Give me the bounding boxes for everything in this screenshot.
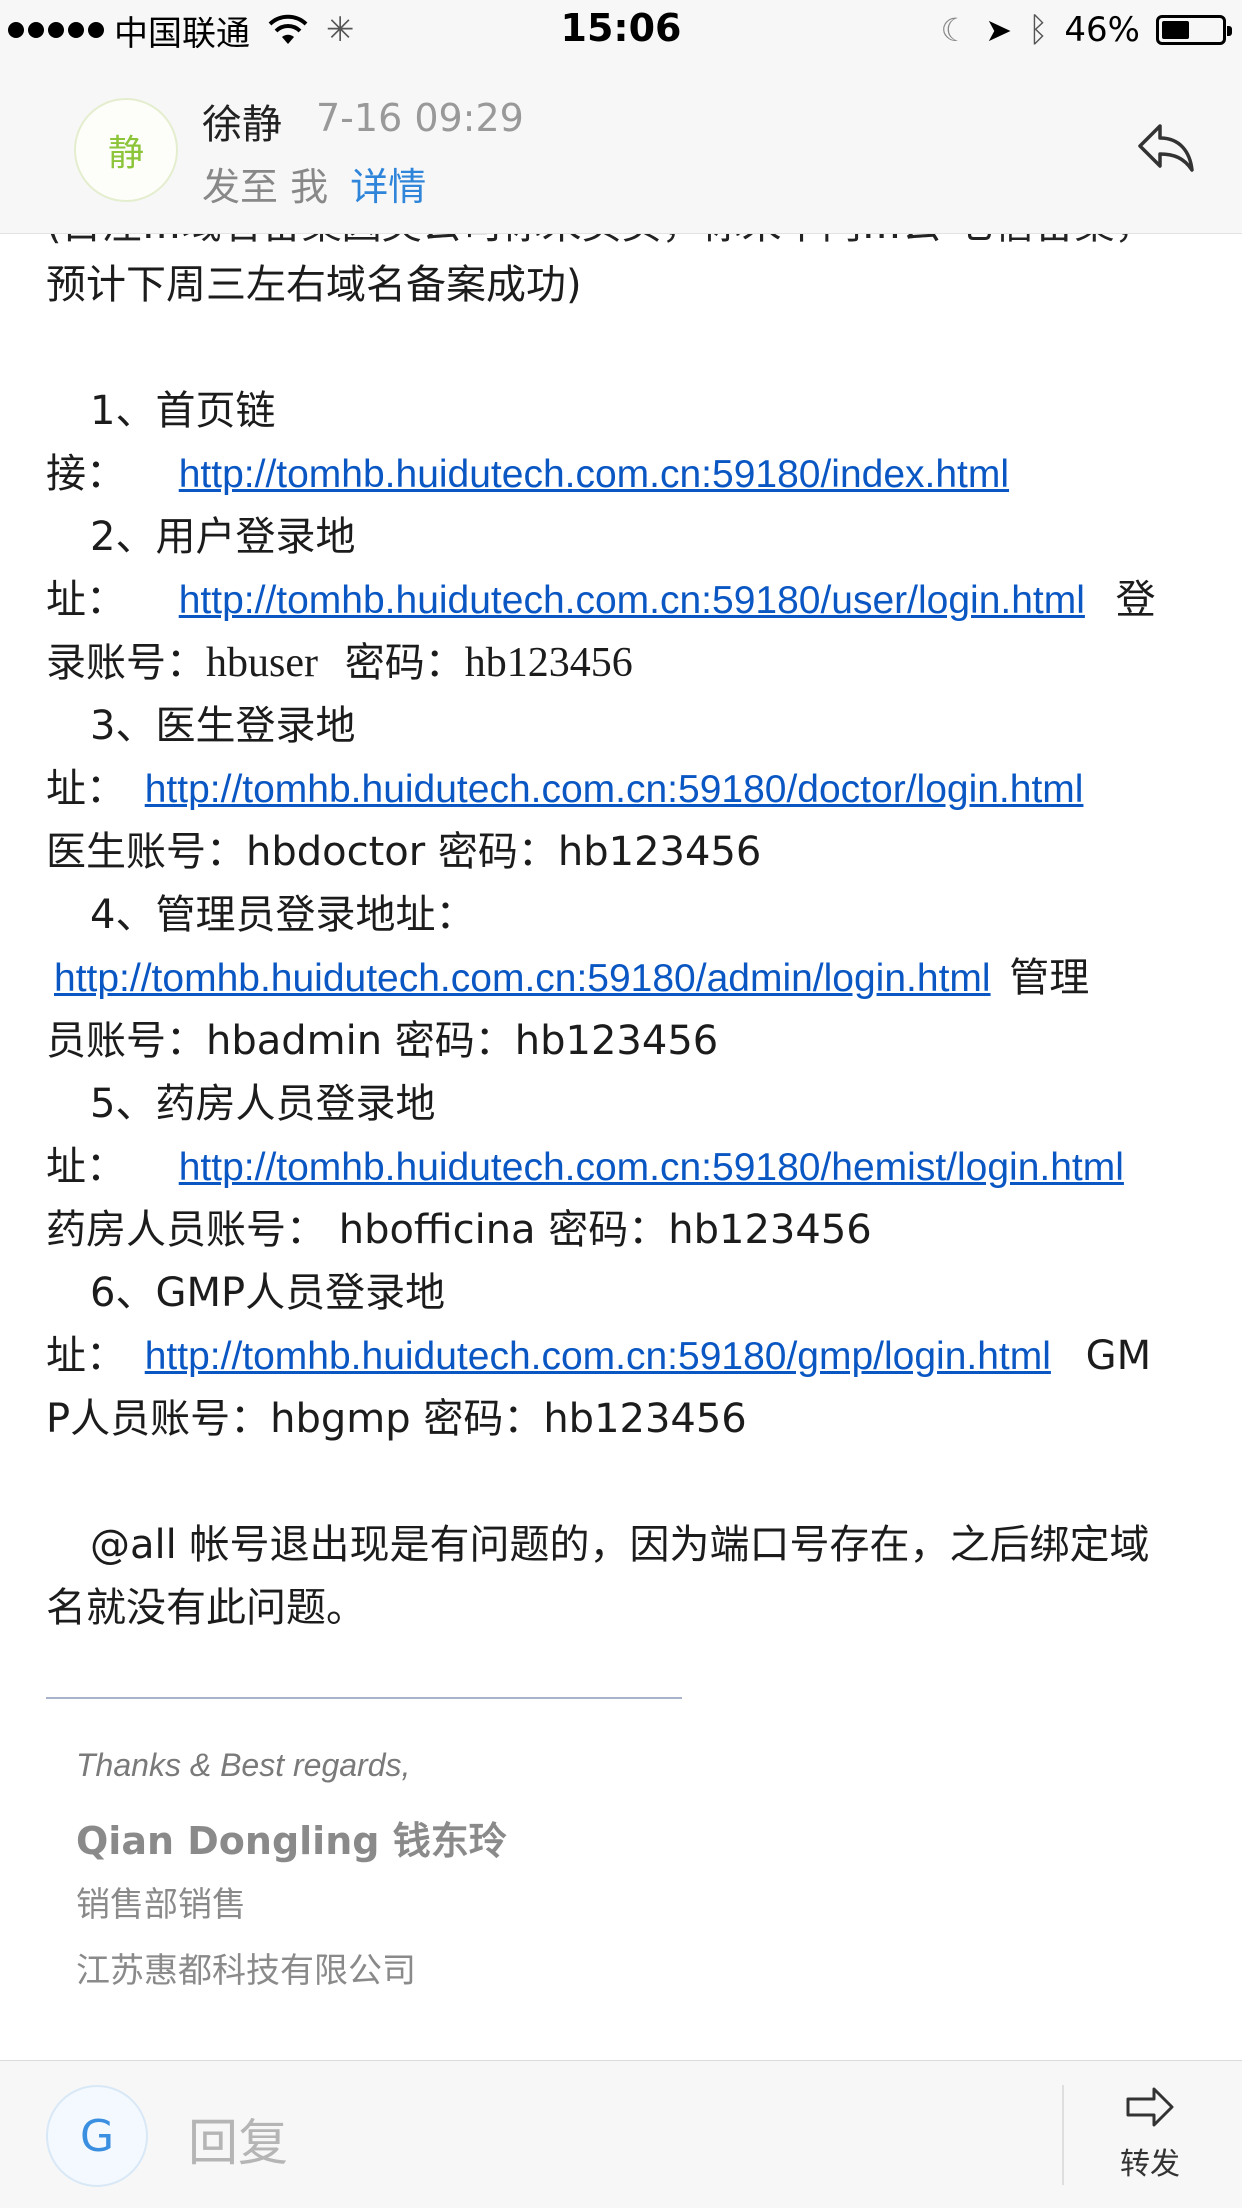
- recipient-label: 发至 我: [202, 165, 329, 209]
- account-value: hbuser: [206, 640, 318, 686]
- status-bar: 中国联通 ✳ 15:06 ☾ ➤ ᛒ 46%: [0, 0, 1242, 60]
- signature-divider: [46, 1697, 682, 1699]
- location-arrow-icon: ➤: [985, 11, 1013, 49]
- reply-icon[interactable]: [1136, 120, 1196, 174]
- doctor-login-link[interactable]: http://tomhb.huidutech.com.cn:59180/doct…: [145, 768, 1084, 811]
- battery-icon: [1156, 15, 1232, 45]
- footer-divider: [1062, 2085, 1064, 2185]
- credentials-line: P人员账号：hbgmp 密码：hb123456: [46, 1396, 747, 1442]
- signature-company: 江苏惠都科技有限公司: [76, 1951, 416, 1991]
- index-link[interactable]: http://tomhb.huidutech.com.cn:59180/inde…: [179, 453, 1009, 496]
- credentials-line: 药房人员账号： hbofficina 密码：hb123456: [46, 1207, 872, 1253]
- user-login-link[interactable]: http://tomhb.huidutech.com.cn:59180/user…: [179, 579, 1085, 622]
- mail-body: (目注…域名备案因英公司你未页页，你未平门…公·七信备案， 预计下周三左右域名备…: [46, 234, 1206, 2060]
- list-item-title: 6、GMP人员登录地: [90, 1270, 446, 1316]
- body-text-line: 预计下周三左右域名备案成功): [46, 262, 582, 308]
- url-prefix: 址：: [46, 577, 126, 623]
- url-suffix: 管理: [1009, 955, 1090, 1001]
- list-item-title: 1、首页链: [90, 388, 276, 434]
- details-link[interactable]: 详情: [350, 165, 426, 209]
- list-item-url-line: 址： http://tomhb.huidutech.com.cn:59180/d…: [46, 758, 1206, 821]
- list-item-url-line: 址： http://tomhb.huidutech.com.cn:59180/g…: [46, 1325, 1206, 1388]
- signature-thanks: Thanks & Best regards,: [76, 1747, 411, 1783]
- sender-name[interactable]: 徐静: [202, 92, 282, 150]
- list-item-title: 2、用户登录地: [90, 514, 356, 560]
- url-prefix: 址：: [46, 1333, 126, 1379]
- recipient-line: 发至 我 详情: [202, 156, 426, 211]
- url-suffix: GM: [1085, 1333, 1152, 1379]
- admin-login-link[interactable]: http://tomhb.huidutech.com.cn:59180/admi…: [54, 957, 991, 1000]
- reply-bar: G 回复 转发: [0, 2060, 1242, 2208]
- list-item-title: 3、医生登录地: [90, 703, 356, 749]
- list-item-url-line: 址： http://tomhb.huidutech.com.cn:59180/h…: [46, 1136, 1206, 1199]
- list-item-url-line: http://tomhb.huidutech.com.cn:59180/admi…: [46, 947, 1206, 1010]
- forward-icon: [1126, 2087, 1174, 2127]
- send-date: 7-16 09:29: [316, 96, 524, 140]
- sender-avatar[interactable]: 静: [74, 98, 178, 202]
- forward-button[interactable]: 转发: [1100, 2085, 1200, 2183]
- note-line: 名就没有此问题。: [46, 1585, 366, 1631]
- password-value: hb123456: [464, 640, 633, 686]
- reply-input[interactable]: 回复: [188, 2103, 288, 2175]
- url-suffix: 登: [1115, 577, 1156, 623]
- note-line: @all 帐号退出现是有问题的，因为端口号存在，之后绑定域: [90, 1522, 1150, 1568]
- account-label: 录账号：: [46, 640, 206, 686]
- do-not-disturb-icon: ☾: [940, 11, 970, 49]
- url-prefix: 接：: [46, 451, 126, 497]
- battery-level-fill: [1162, 21, 1189, 39]
- credentials-line: 医生账号：hbdoctor 密码：hb123456: [46, 829, 762, 875]
- body-text-line: (目注…域名备案因英公司你未页页，你未平门…公·七信备案，: [46, 234, 1154, 257]
- url-prefix: 址：: [46, 1144, 126, 1190]
- credentials-line: 员账号：hbadmin 密码：hb123456: [46, 1018, 719, 1064]
- battery-percent: 46%: [1064, 10, 1140, 50]
- url-prefix: 址：: [46, 766, 126, 812]
- list-item-title: 5、药房人员登录地: [90, 1081, 436, 1127]
- credentials-line: 录账号：hbuser 密码：hb123456: [46, 632, 1206, 695]
- bluetooth-icon: ᛒ: [1028, 10, 1049, 50]
- signature-title: 销售部销售: [76, 1885, 246, 1925]
- password-label: 密码：: [344, 640, 465, 686]
- list-item-url-line: 接： http://tomhb.huidutech.com.cn:59180/i…: [46, 443, 1206, 506]
- list-item-url-line: 址： http://tomhb.huidutech.com.cn:59180/u…: [46, 569, 1206, 632]
- pharmacy-login-link[interactable]: http://tomhb.huidutech.com.cn:59180/hemi…: [179, 1146, 1124, 1189]
- mail-header: 静 徐静 7-16 09:29 发至 我 详情: [0, 60, 1242, 234]
- forward-label: 转发: [1120, 2147, 1180, 2182]
- my-avatar[interactable]: G: [46, 2085, 148, 2187]
- signature-name: Qian Dongling 钱东玲: [76, 1819, 507, 1863]
- gmp-login-link[interactable]: http://tomhb.huidutech.com.cn:59180/gmp/…: [145, 1335, 1051, 1378]
- list-item-title: 4、管理员登录地址：: [90, 892, 476, 938]
